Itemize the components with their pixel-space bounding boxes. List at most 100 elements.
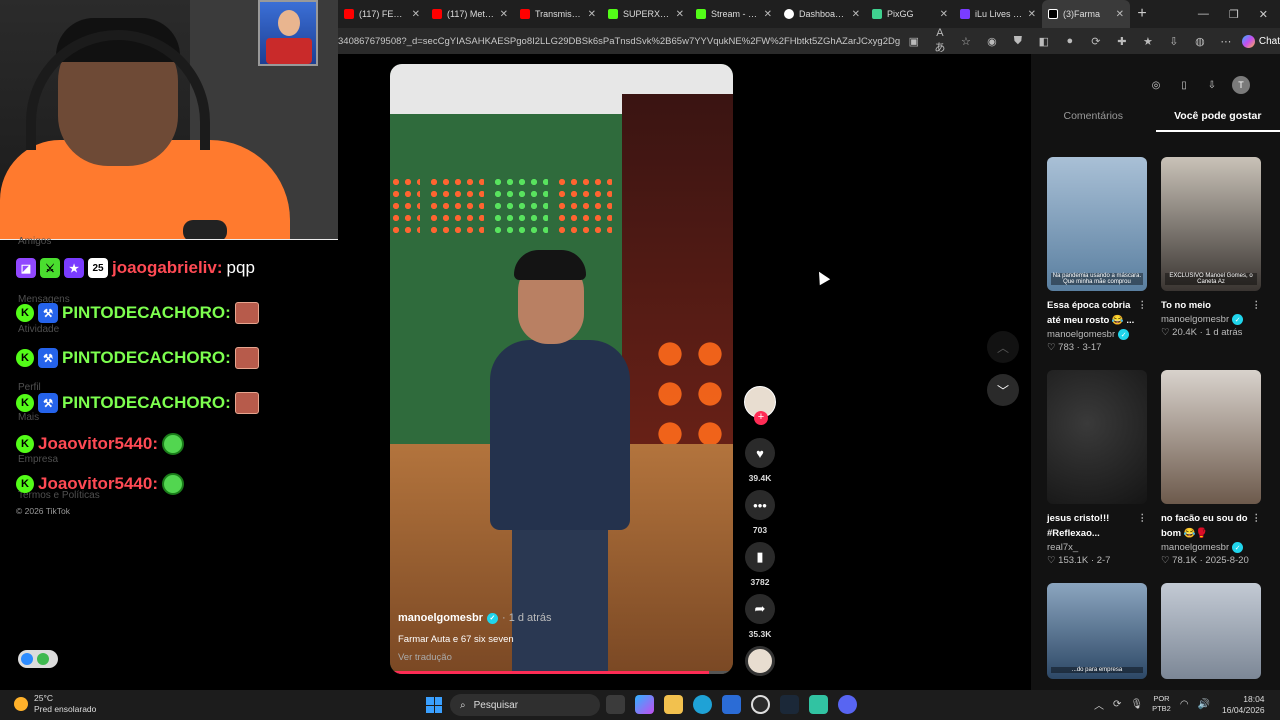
more-options-icon[interactable]: ⋮: [1252, 298, 1262, 313]
video-author[interactable]: manoelgomesbr ✓: [1161, 542, 1261, 553]
video-progress-bar[interactable]: [390, 671, 733, 674]
close-tab-icon[interactable]: ✕: [764, 9, 772, 20]
close-tab-icon[interactable]: ✕: [588, 9, 596, 20]
video-thumbnail[interactable]: ...do para empresa: [1047, 583, 1147, 679]
video-author[interactable]: real7x_: [1047, 542, 1147, 553]
video-title[interactable]: jesus cristo!!! #Reflexao... ⋮: [1047, 511, 1147, 541]
obs-widget-icon[interactable]: [18, 650, 58, 668]
streamlabs-icon[interactable]: [809, 695, 828, 714]
comment-button[interactable]: ••• 703: [740, 490, 780, 535]
close-tab-icon[interactable]: ✕: [852, 9, 860, 20]
photos-icon[interactable]: [722, 695, 741, 714]
see-translation-link[interactable]: Ver tradução: [398, 652, 452, 663]
video-title[interactable]: Essa época cobria até meu rosto 😂 ... ⋮: [1047, 298, 1147, 328]
translate-icon[interactable]: Aあ: [934, 27, 946, 55]
volume-icon[interactable]: 🔊: [1198, 699, 1210, 710]
video-author[interactable]: manoelgomesbr ✓: [1047, 329, 1147, 340]
clock[interactable]: 18:04 16/04/2026: [1222, 694, 1265, 716]
video-author[interactable]: manoelgomesbr ✓ · 1 d atrás: [398, 612, 552, 624]
copilot-chat-button[interactable]: Chat: [1241, 34, 1280, 48]
previous-video-button[interactable]: ︿: [987, 331, 1019, 363]
close-tab-icon[interactable]: ✕: [412, 9, 420, 20]
next-video-button[interactable]: ﹀: [987, 374, 1019, 406]
recommended-video[interactable]: no facão eu sou do bom 😂🥊 ⋮ manoelgomesbr…: [1161, 370, 1261, 566]
tab-you-may-like[interactable]: Você pode gostar: [1155, 110, 1280, 132]
app-icon[interactable]: ▣: [908, 35, 920, 48]
favorite-star-icon[interactable]: ☆: [960, 35, 972, 48]
browser-tab[interactable]: Transmissão a✕: [514, 0, 602, 28]
tab-comments[interactable]: Comentários: [1031, 110, 1156, 132]
browser-tab[interactable]: PixGG ✕: [866, 0, 954, 28]
maximize-icon[interactable]: ❐: [1229, 8, 1239, 21]
refresh-icon[interactable]: ⟳: [1113, 699, 1121, 710]
download-icon[interactable]: ⇩: [1204, 77, 1220, 93]
compass-icon[interactable]: ◎: [1148, 77, 1164, 93]
browser-tab[interactable]: (117) FEAR TH✕: [338, 0, 426, 28]
favorites-icon[interactable]: ★: [1142, 35, 1154, 48]
minimize-icon[interactable]: —: [1198, 8, 1209, 21]
discord-icon[interactable]: [838, 695, 857, 714]
weather-widget[interactable]: 25°C Pred ensolarado: [14, 693, 96, 715]
more-options-icon[interactable]: ⋮: [1252, 511, 1262, 526]
obs-icon[interactable]: [751, 695, 770, 714]
user-avatar[interactable]: T: [1232, 76, 1250, 94]
close-window-icon[interactable]: ✕: [1259, 8, 1268, 21]
download-icon[interactable]: ⇩: [1168, 35, 1180, 48]
taskbar-search[interactable]: ⌕ Pesquisar: [450, 694, 600, 716]
recommended-video[interactable]: jesus cristo!!! #Reflexao... ⋮ real7x_ ♡ …: [1047, 370, 1147, 566]
browser-tab[interactable]: (117) Metal In✕: [426, 0, 514, 28]
close-tab-icon[interactable]: ✕: [1028, 9, 1036, 20]
sync-icon[interactable]: ⟳: [1090, 35, 1102, 48]
profile-icon[interactable]: ◍: [1194, 35, 1206, 48]
close-tab-icon[interactable]: ✕: [940, 9, 948, 20]
language-indicator[interactable]: POR PTB2: [1152, 694, 1171, 714]
video-title[interactable]: To no meio ⋮: [1161, 298, 1261, 313]
steam-icon[interactable]: [780, 695, 799, 714]
more-menu-icon[interactable]: ⋯: [1220, 35, 1232, 48]
video-title[interactable]: no facão eu sou do bom 😂🥊 ⋮: [1161, 511, 1261, 541]
video-author[interactable]: manoelgomesbr ✓: [1161, 314, 1261, 325]
more-options-icon[interactable]: ⋮: [1138, 298, 1148, 313]
recommended-video[interactable]: Na pandemia usando a máscara. Que minha …: [1047, 157, 1147, 353]
follow-plus-icon[interactable]: [744, 386, 776, 425]
mic-icon[interactable]: 🎙: [1130, 699, 1143, 710]
browser-tab[interactable]: iLu Lives | Rea✕: [954, 0, 1042, 28]
share-button[interactable]: ➦ 35.3K: [740, 594, 780, 639]
video-player[interactable]: manoelgomesbr ✓ · 1 d atrás Farmar Auta …: [390, 64, 733, 674]
browser-tab[interactable]: Stream - Kick✕: [690, 0, 778, 28]
recommended-video[interactable]: EXCLUSIVO Manoel Gomes, o Caneta Az To n…: [1161, 157, 1261, 338]
save-button[interactable]: ▮ 3782: [740, 542, 780, 587]
windows-start-icon[interactable]: [426, 697, 442, 713]
video-thumbnail[interactable]: [1047, 370, 1147, 504]
video-thumbnail[interactable]: Na pandemia usando a máscara. Que minha …: [1047, 157, 1147, 291]
like-button[interactable]: ♥ 39.4K: [740, 438, 780, 483]
url-field[interactable]: 340867679508?_d=secCgYIASAHKAESPgo8I2LLG…: [338, 36, 900, 47]
copilot-icon[interactable]: [635, 695, 654, 714]
edge-icon[interactable]: [693, 695, 712, 714]
browser-tab[interactable]: SUPERXANDA✕: [602, 0, 690, 28]
video-thumbnail[interactable]: [1161, 370, 1261, 504]
extension-icon[interactable]: ◉: [986, 35, 998, 48]
translate-ext-icon[interactable]: ◧: [1038, 35, 1050, 48]
extensions-puzzle-icon[interactable]: ✚: [1116, 35, 1128, 48]
file-explorer-icon[interactable]: [664, 695, 683, 714]
close-tab-icon[interactable]: ✕: [1116, 9, 1124, 20]
music-disc[interactable]: [740, 646, 780, 676]
video-thumbnail[interactable]: [1161, 583, 1261, 679]
recommended-video[interactable]: ...do para empresa: [1047, 583, 1147, 679]
shield-icon[interactable]: ⛊: [1012, 35, 1024, 48]
video-thumbnail[interactable]: EXCLUSIVO Manoel Gomes, o Caneta Az: [1161, 157, 1261, 291]
chevron-up-icon[interactable]: ︿: [1094, 697, 1104, 712]
browser-tab[interactable]: Dashboard - L✕: [778, 0, 866, 28]
phone-icon[interactable]: ▯: [1176, 77, 1192, 93]
close-tab-icon[interactable]: ✕: [500, 9, 508, 20]
browser-tab-active[interactable]: (3)Farma ✕: [1042, 0, 1130, 28]
new-tab-button[interactable]: +: [1130, 5, 1154, 23]
more-options-icon[interactable]: ⋮: [1138, 511, 1148, 526]
close-tab-icon[interactable]: ✕: [676, 9, 684, 20]
record-icon[interactable]: ●: [1064, 35, 1076, 47]
recommended-video[interactable]: [1161, 583, 1261, 679]
task-view-icon[interactable]: [606, 695, 625, 714]
creator-avatar[interactable]: [740, 386, 780, 425]
wifi-icon[interactable]: ◠: [1180, 699, 1189, 710]
